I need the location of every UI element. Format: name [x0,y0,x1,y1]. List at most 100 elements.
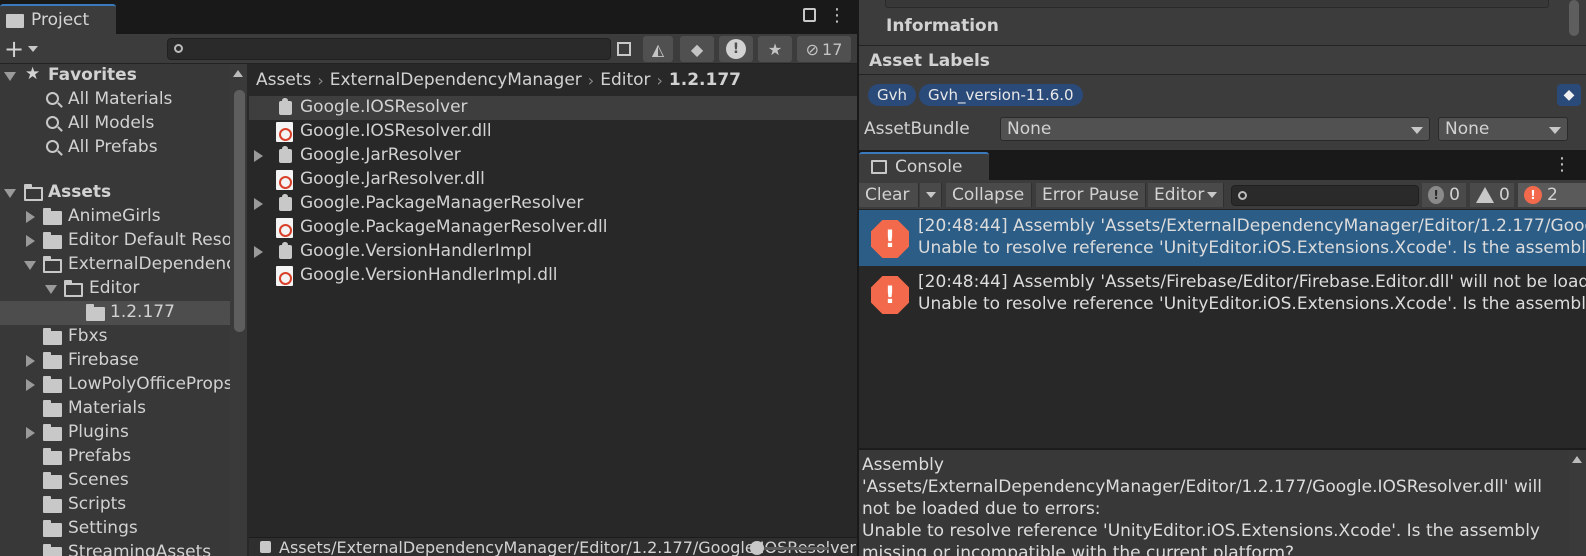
chevron-right-icon[interactable] [254,150,263,162]
breadcrumb-item[interactable]: Assets [256,70,311,90]
icon-size-slider-track[interactable] [759,547,829,550]
console-tab-bar: Console ⋮ [859,150,1586,180]
hidden-packages-button[interactable]: ⊘ 17 [797,36,851,62]
collapse-button[interactable]: Collapse [946,183,1032,207]
dll-file-icon [276,122,293,142]
console-search-input[interactable] [1231,185,1419,206]
clear-button[interactable]: Clear [859,183,919,207]
project-search-input[interactable] [167,38,611,60]
chevron-right-icon[interactable] [254,246,263,258]
error-pause-button[interactable]: Error Pause [1036,183,1146,207]
folder-tree: ★ Favorites All Materials All Models All… [0,64,247,556]
information-heading[interactable]: Information [886,16,999,36]
file-list-pane: Assets › ExternalDependencyManager › Edi… [249,64,857,556]
tree-label: Settings [68,518,138,538]
entry-message: [20:48:44] Assembly 'Assets/Firebase/Edi… [918,272,1586,292]
folder-icon [43,472,62,489]
tree-item[interactable]: ExternalDependencyManager [0,253,230,277]
breadcrumb-item[interactable]: Editor [600,70,650,90]
detail-scrollbar[interactable] [1569,450,1586,556]
tree-item[interactable]: Editor [0,277,230,301]
tree-item[interactable]: Materials [0,397,230,421]
assembly-icon [279,242,292,259]
chevron-right-icon [26,379,35,391]
tree-item[interactable]: Scripts [0,493,230,517]
file-name: Google.JarResolver.dll [300,169,485,189]
editor-target-dropdown[interactable]: Editor [1148,183,1224,207]
file-name: Google.IOSResolver.dll [300,121,492,141]
console-toolbar: Clear Collapse Error Pause Editor ! 0 0 … [859,180,1586,210]
tree-label: Favorites [48,65,137,85]
tree-item[interactable]: AnimeGirls [0,205,230,229]
tree-item[interactable]: Prefabs [0,445,230,469]
scroll-up-icon[interactable] [1572,456,1582,463]
tree-scroll-thumb[interactable] [234,90,245,332]
search-icon [1238,191,1247,200]
tree-favorite-item[interactable]: All Prefabs [0,136,230,160]
search-by-type-button[interactable] [612,36,636,62]
filter-by-label-button[interactable]: ◆ [680,36,714,62]
file-row[interactable]: Google.PackageManagerResolver.dll [249,216,857,240]
inspector-scroll-thumb[interactable] [1569,0,1579,36]
folder-icon [43,376,62,393]
file-row[interactable]: Google.VersionHandlerImpl [249,240,857,264]
tree-assets[interactable]: Assets [0,181,230,205]
tree-item[interactable]: Settings [0,517,230,541]
tree-item[interactable]: Firebase [0,349,230,373]
project-toolbar: + ◭ ◆ ! ★ ⊘ 17 [0,34,857,64]
icon-size-slider-handle[interactable] [750,541,764,555]
tree-item[interactable]: Scenes [0,469,230,493]
breadcrumb-item[interactable]: ExternalDependencyManager [330,70,582,90]
inspector-panel: Information Asset Labels Gvh Gvh_version… [859,0,1586,150]
breadcrumb-item-current[interactable]: 1.2.177 [669,70,741,90]
file-row[interactable]: Google.IOSResolver.dll [249,120,857,144]
warning-count: 0 [1499,185,1510,205]
detail-line: missing or incompatible with the current… [862,543,1295,556]
error-count-toggle[interactable]: ! 2 [1518,183,1586,207]
label-chip[interactable]: Gvh_version-11.6.0 [919,84,1083,106]
file-row[interactable]: Google.PackageManagerResolver [249,192,857,216]
file-row[interactable]: Google.JarResolver.dll [249,168,857,192]
detail-line: Assembly [862,455,944,475]
tree-item[interactable]: Fbxs [0,325,230,349]
add-button[interactable]: + [4,37,44,61]
assetbundle-variant-dropdown[interactable]: None [1438,117,1568,141]
filter-by-log-button[interactable]: ! [719,36,753,62]
panel-menu-icon[interactable]: ⋮ [1553,154,1571,175]
label-chip[interactable]: Gvh [868,84,917,106]
tree-label: 1.2.177 [110,302,175,322]
scroll-up-icon[interactable] [233,70,243,77]
info-count-toggle[interactable]: ! 0 [1422,183,1466,207]
clear-options-button[interactable] [920,183,942,207]
file-row[interactable]: Google.JarResolver [249,144,857,168]
console-entry-selected[interactable]: ! [20:48:44] Assembly 'Assets/ExternalDe… [859,210,1586,266]
file-row-selected[interactable]: Google.IOSResolver [249,96,857,120]
tree-item[interactable]: Plugins [0,421,230,445]
dropdown-value: None [1445,119,1490,139]
tag-icon[interactable]: ◆ [1557,84,1581,106]
favorites-filter-button[interactable]: ★ [758,36,792,62]
tree-item-selected[interactable]: 1.2.177 [0,301,230,325]
tree-item[interactable]: LowPolyOfficeProps [0,373,230,397]
project-tab[interactable]: Project [0,4,116,34]
lock-icon[interactable] [803,8,816,22]
filter-by-type-button[interactable]: ◭ [643,36,673,62]
chevron-right-icon[interactable] [254,198,263,210]
tree-favorites[interactable]: ★ Favorites [0,64,230,88]
breadcrumb: Assets › ExternalDependencyManager › Edi… [249,64,857,96]
file-row[interactable]: Google.VersionHandlerImpl.dll [249,264,857,288]
tree-label: Scripts [68,494,127,514]
assetbundle-name-dropdown[interactable]: None [1000,117,1430,141]
console-entry[interactable]: ! [20:48:44] Assembly 'Assets/Firebase/E… [859,266,1586,322]
project-tab-label: Project [31,10,90,30]
tree-favorite-item[interactable]: All Materials [0,88,230,112]
console-detail-text[interactable]: Assembly 'Assets/ExternalDependencyManag… [859,450,1569,556]
tree-item[interactable]: StreamingAssets [0,541,230,556]
console-tab[interactable]: Console [859,152,989,180]
tree-favorite-item[interactable]: All Models [0,112,230,136]
tree-label: Firebase [68,350,139,370]
tree-item[interactable]: Editor Default Resources [0,229,230,253]
tree-label: ExternalDependencyManager [68,254,230,274]
panel-menu-icon[interactable]: ⋮ [828,5,846,26]
warning-count-toggle[interactable]: 0 [1470,183,1514,207]
